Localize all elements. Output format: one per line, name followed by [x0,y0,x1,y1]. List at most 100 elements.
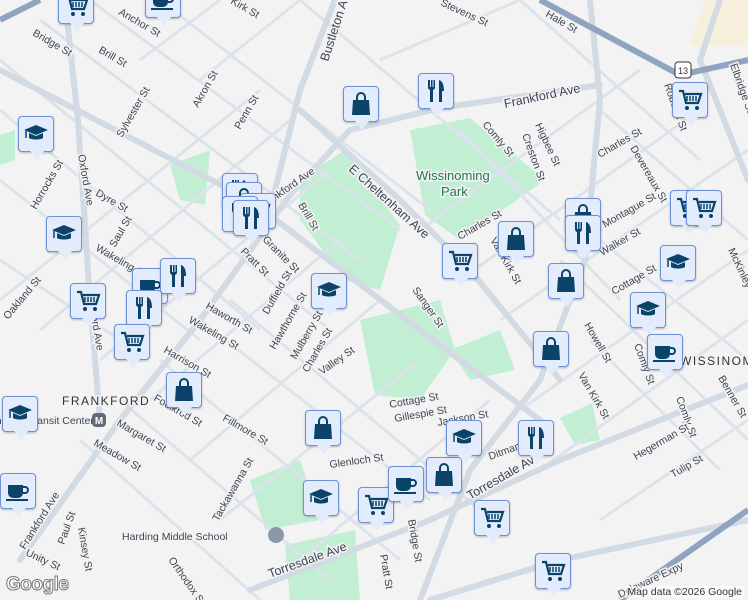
restaurant-marker[interactable] [233,200,269,244]
street-label: Tulip St [669,453,706,481]
restaurant-marker[interactable] [518,420,554,464]
restaurant-icon [570,220,596,246]
bag-icon [538,336,564,362]
cart-marker[interactable] [114,324,150,368]
coffee-icon [150,0,176,13]
svg-text:M: M [95,416,103,427]
school-icon [308,485,334,511]
oxford-ave [62,0,103,423]
bag-icon [310,415,336,441]
school-marker[interactable] [2,396,38,440]
cart-marker[interactable] [686,190,722,234]
bag-icon [503,226,529,252]
school-icon [665,250,691,276]
bag-marker[interactable] [498,221,534,265]
coffee-marker[interactable] [388,466,424,510]
street-label: Oxford Ave [75,153,96,206]
bag-icon [431,462,457,488]
highway-nw [0,0,42,23]
park-area [450,330,515,380]
park-area [0,130,15,165]
bag-marker[interactable] [426,457,462,501]
school-icon [451,425,477,451]
street-label: Penn St [232,93,261,131]
school-icon [23,121,49,147]
street-label: Pratt St [377,553,395,590]
bag-marker[interactable] [533,331,569,375]
restaurant-marker[interactable] [418,73,454,117]
cart-icon [479,505,505,531]
restaurant-marker[interactable] [160,258,196,302]
school-marker[interactable] [660,245,696,289]
cart-marker[interactable] [474,500,510,544]
street-label: Horrocks St [28,158,66,212]
cart-marker[interactable] [70,283,106,327]
school-marker[interactable] [46,216,82,260]
school-icon [635,297,661,323]
school-label: Harding Middle School [122,531,228,543]
school-marker[interactable] [446,420,482,464]
cart-icon [75,288,101,314]
street-label: Tackawanna St [210,456,256,524]
restaurant-icon [131,295,157,321]
cart-marker[interactable] [672,82,708,126]
cart-marker[interactable] [535,553,571,597]
cart-marker[interactable] [58,0,94,32]
school-pin-icon[interactable] [268,527,284,543]
school-marker[interactable] [311,273,347,317]
street-label: Orthodox St [166,555,208,600]
bag-icon [171,377,197,403]
street-label: McKinley St [725,246,748,301]
restaurant-icon [165,263,191,289]
street-label: Kirk St [229,0,262,21]
school-marker[interactable] [18,116,54,160]
park-label: Wissinoming [416,168,490,183]
park-area [560,403,600,445]
restaurant-marker[interactable] [565,215,601,259]
cart-icon [677,87,703,113]
park-label: Park [441,184,468,199]
street-label: Howell St [581,321,614,365]
street-label: Frankford Ave [503,81,582,111]
cart-icon [447,248,473,274]
school-icon [7,401,33,427]
cart-icon [540,558,566,584]
route-13-shield: 13 [674,61,692,79]
school-marker[interactable] [630,292,666,336]
street-label: Kinsey St [75,526,95,572]
school-icon [51,221,77,247]
bag-marker[interactable] [343,86,379,130]
cart-icon [63,0,89,19]
coffee-icon [652,339,678,365]
restaurant-icon [238,205,264,231]
bag-icon [553,268,579,294]
coffee-marker[interactable] [0,473,36,517]
bag-marker[interactable] [166,372,202,416]
restaurant-icon [423,78,449,104]
street-label: Glenloch St [329,452,385,471]
coffee-marker[interactable] [647,334,683,378]
cart-marker[interactable] [442,243,478,287]
cart-icon [119,329,145,355]
cart-icon [691,195,717,221]
street-label: Saul St [107,214,134,249]
google-logo: Google [5,574,69,596]
street-label: Unity St [24,547,62,573]
bag-icon [348,91,374,117]
svg-text:13: 13 [678,66,688,76]
school-marker[interactable] [303,480,339,524]
bag-marker[interactable] [305,410,341,454]
coffee-marker[interactable] [145,0,181,26]
cart-icon [363,492,389,518]
bag-marker[interactable] [548,263,584,307]
area-label-frankford: FRANKFORD [62,394,150,408]
restaurant-marker[interactable] [126,290,162,334]
map-attribution[interactable]: Map data ©2026 Google [625,586,744,598]
area-label-wissinoming: WISSINOMING [680,354,748,368]
school-icon [316,278,342,304]
street-label: Elbridge St [727,62,748,114]
street-label: Sylvester St [114,85,152,140]
coffee-icon [393,471,419,497]
coffee-icon [5,478,31,504]
restaurant-icon [523,425,549,451]
